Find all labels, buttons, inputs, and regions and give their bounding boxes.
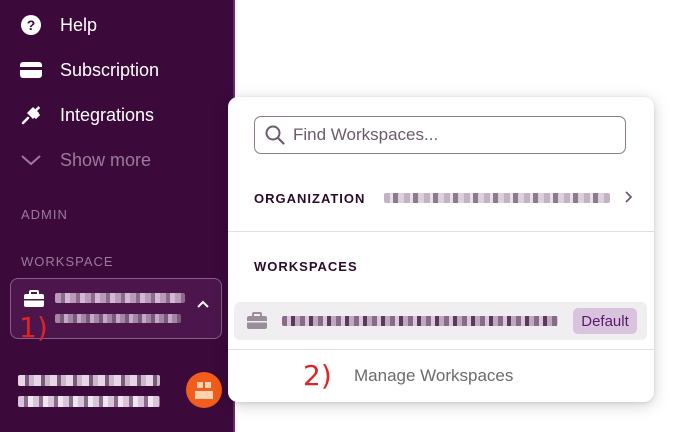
organization-label: ORGANIZATION [254, 191, 366, 206]
user-name-redacted [18, 375, 160, 386]
sidebar-item-label: Help [60, 14, 98, 35]
sidebar-item-label: Subscription [60, 59, 160, 80]
chevron-down-icon [18, 149, 44, 171]
credit-card-icon [18, 59, 44, 81]
sidebar: ? Help Subscription Integrations Show mo… [0, 0, 235, 432]
sidebar-item-integrations[interactable]: Integrations [18, 101, 154, 129]
workspace-dropdown: ORGANIZATION WORKSPACES Default Manage W… [228, 97, 654, 402]
sidebar-item-label: Show more [60, 149, 152, 170]
chevron-right-icon [624, 190, 633, 208]
workspace-org-redacted [55, 314, 181, 323]
divider [228, 231, 654, 232]
workspaces-header: WORKSPACES [254, 259, 358, 274]
sidebar-show-more[interactable]: Show more [18, 146, 151, 174]
organization-row[interactable]: ORGANIZATION [254, 183, 640, 213]
search-icon [265, 125, 285, 145]
search-input[interactable] [293, 125, 613, 145]
manage-workspaces-button[interactable]: Manage Workspaces [354, 366, 513, 386]
avatar [186, 372, 222, 408]
workspace-name-redacted [55, 293, 185, 303]
admin-section-label: ADMIN [21, 207, 68, 222]
briefcase-icon [246, 312, 268, 335]
user-email-redacted [18, 396, 160, 407]
chevron-up-icon [197, 295, 209, 313]
workspace-section-label: WORKSPACE [21, 254, 114, 269]
plug-icon [18, 104, 44, 126]
annotation-step-2: 2) [303, 359, 332, 392]
search-box[interactable] [254, 116, 626, 154]
default-badge: Default [573, 308, 637, 334]
svg-text:?: ? [27, 17, 36, 33]
sidebar-item-help[interactable]: ? Help [18, 11, 97, 39]
help-circle-icon: ? [18, 14, 44, 36]
sidebar-item-label: Integrations [60, 104, 155, 125]
user-profile[interactable] [16, 370, 222, 415]
briefcase-icon [23, 290, 45, 313]
workspace-item-name-redacted [282, 316, 558, 326]
divider [228, 349, 654, 350]
sidebar-item-subscription[interactable]: Subscription [18, 56, 159, 84]
organization-name-redacted [384, 193, 610, 203]
annotation-step-1: 1) [19, 311, 48, 344]
workspace-item[interactable]: Default [234, 302, 647, 340]
